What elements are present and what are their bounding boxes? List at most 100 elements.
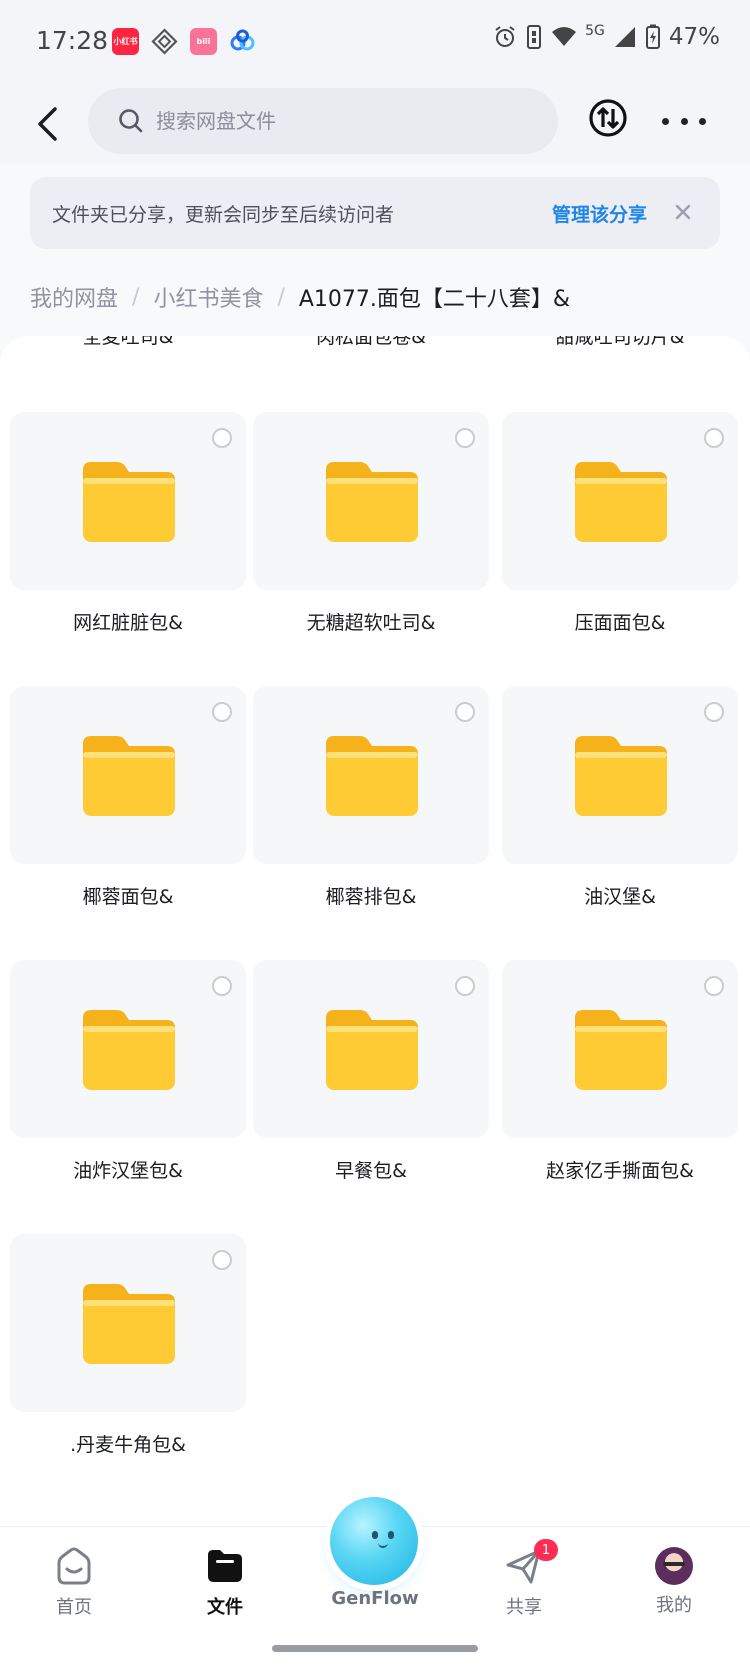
nav-label-share: 共享 — [506, 1597, 542, 1618]
folder-item[interactable]: 油汉堡& — [502, 686, 738, 956]
status-indicators: 5G 47% — [493, 23, 720, 50]
folder-label[interactable]: 全麦吐司& — [10, 336, 246, 349]
transfer-button[interactable] — [588, 98, 632, 142]
folder-item[interactable]: 网红脏脏包& — [10, 412, 246, 682]
select-radio[interactable] — [455, 428, 475, 448]
folder-card[interactable] — [10, 1234, 246, 1412]
folder-icon — [83, 1284, 175, 1364]
chevron-left-icon — [38, 107, 57, 141]
search-bar[interactable] — [88, 88, 558, 154]
folder-item[interactable]: 压面面包& — [502, 412, 738, 682]
home-indicator[interactable] — [272, 1645, 478, 1652]
nav-item-share[interactable]: 1 共享 — [464, 1539, 584, 1619]
folder-card[interactable] — [502, 412, 738, 590]
select-radio[interactable] — [455, 702, 475, 722]
status-time: 17:28 — [36, 26, 109, 55]
folder-card[interactable] — [253, 686, 489, 864]
xiaohongshu-app-icon: 小红书 — [112, 28, 139, 55]
folder-card[interactable] — [253, 960, 489, 1138]
select-radio[interactable] — [704, 702, 724, 722]
genflow-mouth-icon — [378, 1543, 388, 1548]
folder-name: 压面面包& — [574, 612, 666, 634]
folder-name: 无糖超软吐司& — [306, 612, 436, 634]
folder-icon — [83, 736, 175, 816]
nav-item-files[interactable]: 文件 — [165, 1545, 285, 1619]
select-radio[interactable] — [212, 702, 232, 722]
top-bar — [0, 84, 750, 164]
folder-item[interactable]: 无糖超软吐司& — [253, 412, 489, 682]
vibrate-icon — [527, 25, 542, 49]
status-bar: 17:28 小红书 bili 5G 47% — [0, 0, 750, 84]
back-button[interactable] — [22, 98, 74, 150]
select-radio[interactable] — [455, 976, 475, 996]
folder-item[interactable]: 椰蓉排包& — [253, 686, 489, 956]
folder-label[interactable]: 肉松面包卷& — [253, 336, 489, 349]
folder-icon — [575, 1010, 667, 1090]
genflow-button[interactable] — [330, 1497, 418, 1585]
more-dot-icon — [680, 117, 688, 125]
avatar — [655, 1547, 693, 1585]
folder-name: 油汉堡& — [584, 886, 656, 908]
select-radio[interactable] — [212, 1250, 232, 1270]
folder-item[interactable]: 赵家亿手撕面包& — [502, 960, 738, 1230]
wifi-icon — [552, 27, 577, 46]
breadcrumb-separator: / — [132, 284, 140, 310]
signal-icon — [614, 27, 635, 47]
genflow-eye-icon — [388, 1531, 394, 1539]
close-icon[interactable] — [670, 199, 696, 225]
folder-name: 椰蓉排包& — [325, 886, 417, 908]
breadcrumb-item-root[interactable]: 我的网盘 — [30, 281, 118, 313]
nav-label-home: 首页 — [56, 1597, 92, 1618]
baidu-netdisk-app-icon — [229, 28, 256, 55]
genflow-eye-icon — [372, 1531, 378, 1539]
partial-row-labels: 全麦吐司& 肉松面包卷& 甜咸吐司切片& — [10, 336, 740, 352]
more-dot-icon — [699, 117, 706, 125]
breadcrumb-separator: / — [277, 284, 285, 310]
nav-label-genflow[interactable]: GenFlow — [300, 1588, 450, 1609]
battery-icon — [645, 24, 660, 49]
select-radio[interactable] — [212, 428, 232, 448]
folder-card[interactable] — [502, 686, 738, 864]
home-icon — [57, 1547, 91, 1585]
search-icon — [119, 109, 143, 133]
folder-item[interactable]: 早餐包& — [253, 960, 489, 1230]
folder-filled-icon — [208, 1550, 242, 1582]
breadcrumb-item-parent[interactable]: 小红书美食 — [153, 281, 263, 313]
manage-share-link[interactable]: 管理该分享 — [552, 200, 647, 227]
folder-icon — [575, 462, 667, 542]
folder-icon — [326, 462, 418, 542]
folder-icon — [326, 736, 418, 816]
breadcrumb: 我的网盘 / 小红书美食 / A1077.面包【二十八套】& — [30, 281, 570, 313]
folder-card[interactable] — [10, 960, 246, 1138]
nav-item-me[interactable]: 我的 — [614, 1545, 734, 1617]
folder-name: 油炸汉堡包& — [73, 1160, 183, 1182]
select-radio[interactable] — [704, 976, 724, 996]
folder-label[interactable]: 甜咸吐司切片& — [502, 336, 738, 349]
folder-card[interactable] — [502, 960, 738, 1138]
select-radio[interactable] — [212, 976, 232, 996]
status-app-icons: 小红书 bili — [112, 28, 256, 55]
folder-icon — [575, 736, 667, 816]
folder-name: 椰蓉面包& — [82, 886, 174, 908]
file-list-sheet: 全麦吐司& 肉松面包卷& 甜咸吐司切片& 网红脏脏包& 无糖超软吐司& 压面面包… — [0, 336, 750, 1526]
nav-label-me: 我的 — [656, 1595, 692, 1616]
folder-name: 早餐包& — [335, 1160, 407, 1182]
transfer-icon — [589, 99, 627, 137]
folder-item[interactable]: 椰蓉面包& — [10, 686, 246, 956]
nav-item-home[interactable]: 首页 — [14, 1545, 134, 1619]
folder-card[interactable] — [253, 412, 489, 590]
folder-name: 赵家亿手撕面包& — [546, 1160, 694, 1182]
more-options-button[interactable] — [662, 106, 706, 136]
search-input[interactable] — [156, 109, 496, 133]
folder-card[interactable] — [10, 686, 246, 864]
share-banner: 文件夹已分享，更新会同步至后续访问者 管理该分享 — [30, 177, 720, 249]
select-radio[interactable] — [704, 428, 724, 448]
folder-item[interactable]: .丹麦牛角包& — [10, 1234, 246, 1504]
folder-icon — [326, 1010, 418, 1090]
battery-percent: 47% — [668, 24, 720, 50]
folder-name: 网红脏脏包& — [73, 612, 183, 634]
folder-card[interactable] — [10, 412, 246, 590]
diamond-app-icon — [151, 28, 178, 55]
folder-item[interactable]: 油炸汉堡包& — [10, 960, 246, 1230]
folder-icon — [83, 1010, 175, 1090]
